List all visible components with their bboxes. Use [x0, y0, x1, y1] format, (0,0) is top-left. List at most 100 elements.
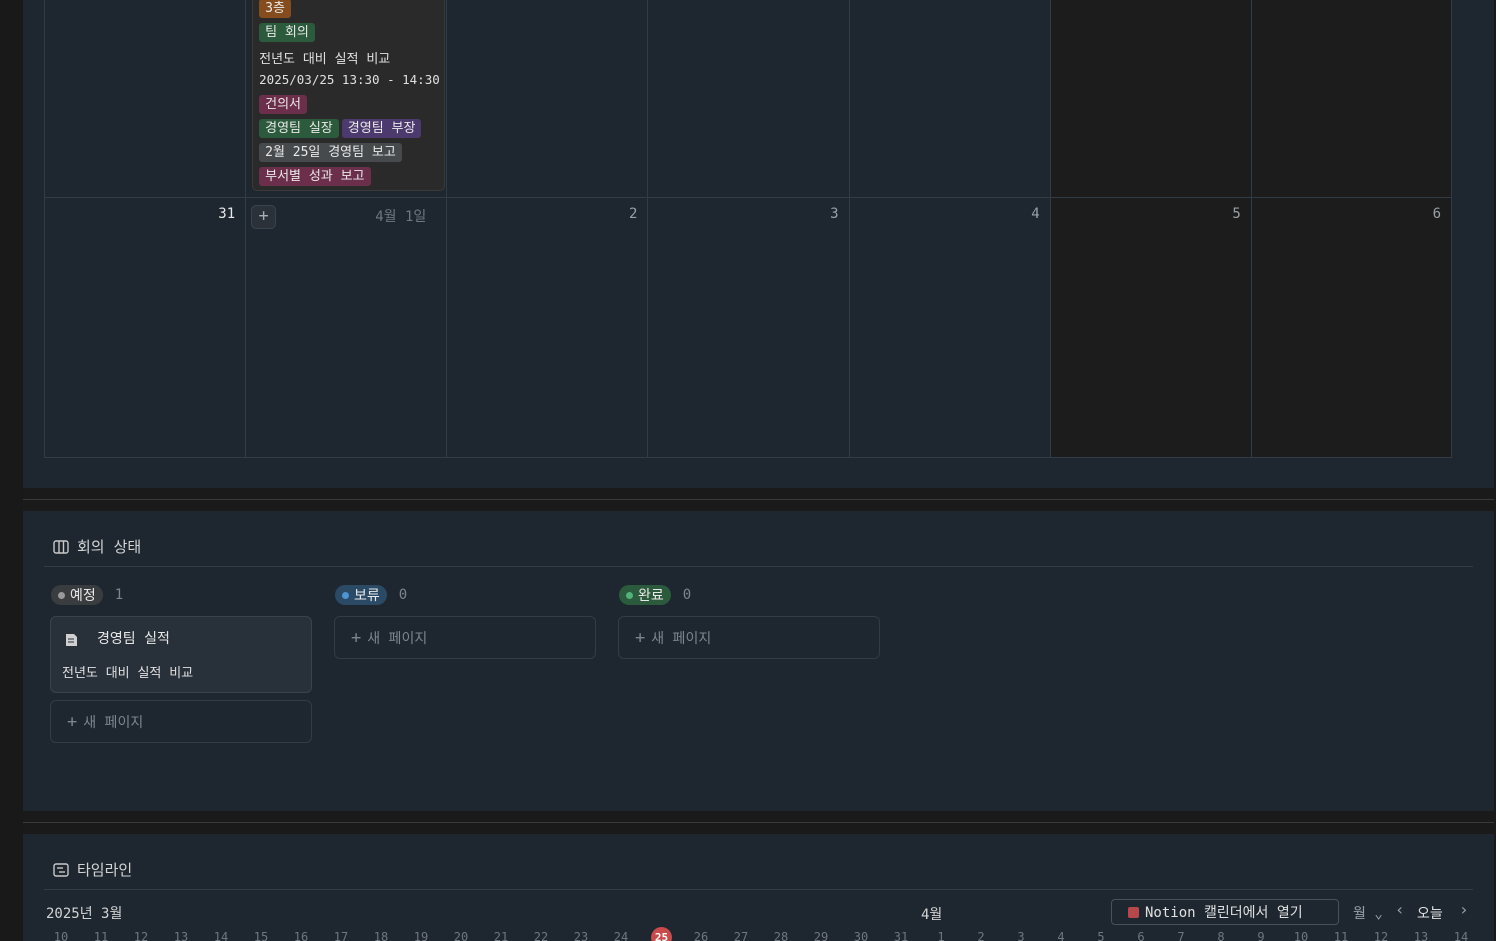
relation-tag: 2월 25일 경영팀 보고 — [259, 143, 402, 162]
board-columns-icon — [53, 539, 69, 554]
view-separator — [44, 566, 1473, 567]
board-column-header[interactable]: 보류 0 — [335, 585, 407, 605]
timeline-day-label: 9 — [1257, 930, 1265, 941]
card-subtitle: 전년도 대비 실적 비교 — [62, 666, 194, 681]
document-tag: 건의서 — [259, 95, 308, 114]
board-view: 회의 상태 예정 1 보류 0 완료 0 경영팀 실적 전년도 대비 실적 비교… — [23, 511, 1494, 811]
attendee-tag: 경영팀 부장 — [341, 119, 422, 138]
timeline-day-label: 23 — [573, 930, 589, 941]
timeline-day-label: 10 — [53, 930, 69, 941]
chevron-down-icon: ⌄ — [1374, 906, 1383, 922]
calendar-day-cell[interactable] — [647, 0, 848, 197]
timeline-day-label: 16 — [293, 930, 309, 941]
new-page-button[interactable]: + 새 페이지 — [334, 616, 596, 659]
calendar-day-cell[interactable] — [1250, 0, 1452, 197]
calendar-day-cell[interactable] — [44, 0, 245, 197]
status-badge: 보류 — [335, 585, 387, 605]
board-column-header[interactable]: 완료 0 — [619, 585, 691, 605]
previous-button[interactable]: ‹ — [1395, 900, 1405, 919]
calendar-day-cell[interactable]: + 4월 1일 — [245, 198, 446, 457]
next-button[interactable]: › — [1459, 900, 1469, 919]
plus-icon: + — [67, 711, 78, 732]
timeline-day-axis: 10 11 12 13 14 15 16 17 18 19 20 21 22 23 24 25 26 27 28 29… — [53, 927, 1493, 941]
timeline-day-label: 10 — [1293, 930, 1309, 941]
timeline-day-label: 13 — [1413, 930, 1429, 941]
event-datetime: 2025/03/25 13:30 - 14:30 — [259, 72, 440, 87]
timeline-day-label: 11 — [93, 930, 109, 941]
timeline-day-label: 17 — [333, 930, 349, 941]
timeline-view: 타임라인 2025년 3월 4월 Notion 캘린더에서 열기 월 ⌄ ‹ 오… — [23, 834, 1494, 941]
plus-icon: + — [635, 627, 646, 648]
board-card[interactable]: 경영팀 실적 전년도 대비 실적 비교 — [50, 616, 312, 693]
day-number: 31 — [218, 206, 236, 222]
calendar-day-cell[interactable]: 5 — [1049, 198, 1251, 457]
column-count: 0 — [398, 587, 408, 603]
view-title-label: 회의 상태 — [77, 538, 142, 556]
chevron-left-icon: ‹ — [1395, 900, 1405, 919]
timeline-day-label: 4 — [1057, 930, 1065, 941]
timeline-day-label: 29 — [813, 930, 829, 941]
timeline-day-label: 7 — [1177, 930, 1185, 941]
today-marker: 25 — [651, 927, 672, 941]
event-title: 전년도 대비 실적 비교 — [259, 52, 391, 67]
timeline-day-label: 18 — [373, 930, 389, 941]
view-title[interactable]: 타임라인 — [53, 859, 132, 880]
add-event-button[interactable]: + — [251, 205, 277, 229]
timeline-day-label: 19 — [413, 930, 429, 941]
timeline-day-label: 1 — [937, 930, 945, 941]
new-page-button[interactable]: + 새 페이지 — [50, 700, 312, 743]
attendee-tag: 경영팀 실장 — [259, 119, 339, 138]
open-in-notion-calendar-button[interactable]: Notion 캘린더에서 열기 — [1111, 899, 1339, 925]
day-number: 4월 1일 — [375, 209, 427, 225]
section-divider — [23, 822, 1494, 823]
calendar-day-cell[interactable]: 31 — [44, 198, 245, 457]
new-page-button[interactable]: + 새 페이지 — [618, 616, 880, 659]
calendar-day-cell[interactable]: 4 — [848, 198, 1050, 457]
timeline-day-label: 3 — [1017, 930, 1025, 941]
timeline-day-label: 6 — [1137, 930, 1145, 941]
timeline-next-month: 4월 — [921, 907, 943, 923]
timeline-icon — [53, 862, 69, 877]
timeline-day-label: 31 — [893, 930, 909, 941]
timeline-day-label: 11 — [1333, 930, 1349, 941]
calendar-grid: 3층 팀 회의 전년도 대비 실적 비교 2025/03/25 13:30 - … — [44, 0, 1452, 458]
calendar-day-cell[interactable]: 3층 팀 회의 전년도 대비 실적 비교 2025/03/25 13:30 - … — [245, 0, 446, 197]
calendar-event-card[interactable]: 3층 팀 회의 전년도 대비 실적 비교 2025/03/25 13:30 - … — [252, 0, 446, 191]
plus-icon: + — [258, 206, 269, 226]
timeline-day-label: 26 — [693, 930, 709, 941]
day-number: 6 — [1432, 206, 1441, 222]
calendar-day-cell[interactable] — [1049, 0, 1251, 197]
view-title-label: 타임라인 — [77, 861, 133, 879]
plus-icon: + — [351, 627, 362, 648]
left-strip — [0, 0, 23, 941]
column-count: 1 — [114, 587, 124, 603]
calendar-day-cell[interactable]: 3 — [647, 198, 848, 457]
day-number: 4 — [1031, 206, 1040, 222]
day-number: 3 — [830, 206, 839, 222]
status-badge: 완료 — [619, 585, 671, 605]
timeline-day-label: 12 — [133, 930, 149, 941]
timeline-day-label: 20 — [453, 930, 469, 941]
calendar-day-cell[interactable] — [848, 0, 1050, 197]
topic-tag: 부서별 성과 보고 — [259, 167, 371, 186]
timeline-day-label: 12 — [1373, 930, 1389, 941]
timeline-day-label: 22 — [533, 930, 549, 941]
calendar-day-cell[interactable]: 6 — [1250, 198, 1452, 457]
section-divider — [23, 499, 1494, 500]
view-title[interactable]: 회의 상태 — [53, 536, 141, 557]
calendar-day-cell[interactable] — [446, 0, 647, 197]
timeline-day-label: 2 — [977, 930, 985, 941]
calendar-day-cell[interactable]: 2 — [446, 198, 647, 457]
scale-dropdown[interactable]: 월 ⌄ — [1353, 903, 1383, 923]
calendar-week-row: 31 + 4월 1일 2 3 4 5 6 — [44, 198, 1452, 458]
notion-calendar-icon — [1128, 906, 1139, 918]
day-number: 5 — [1232, 206, 1241, 222]
page-icon — [66, 634, 77, 646]
board-column-header[interactable]: 예정 1 — [51, 585, 123, 605]
today-button[interactable]: 오늘 — [1417, 903, 1443, 923]
timeline-day-label: 28 — [773, 930, 789, 941]
card-title: 경영팀 실적 — [97, 631, 170, 647]
timeline-day-label: 5 — [1097, 930, 1105, 941]
location-tag: 3층 — [259, 0, 291, 18]
timeline-day-label: 30 — [853, 930, 869, 941]
